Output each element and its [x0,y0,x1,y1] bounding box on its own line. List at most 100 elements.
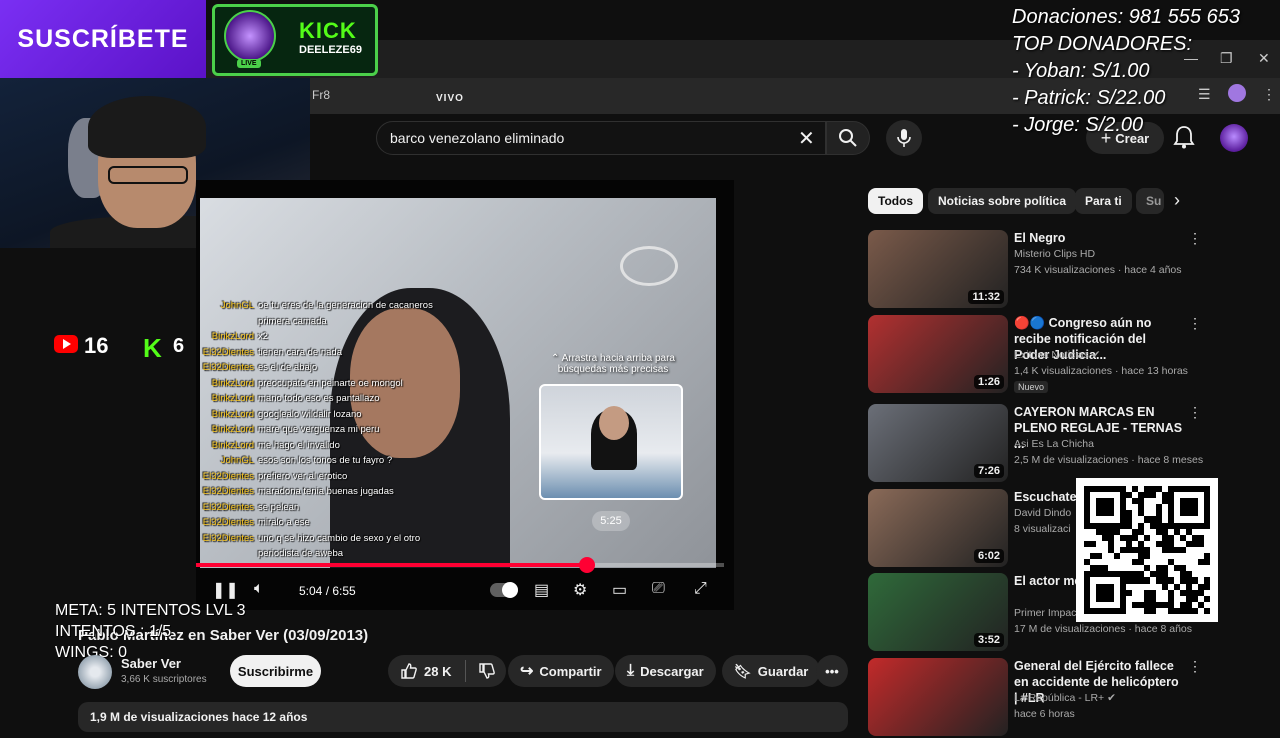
recommendation-thumbnail[interactable] [868,658,1008,736]
miniplayer-icon[interactable]: ▭ [612,580,627,600]
share-button[interactable]: ↪ Compartir [508,655,614,687]
chat-message: BinkzLord googlealo wildalir lozano [198,409,498,425]
new-badge: Nuevo [1014,381,1049,393]
like-button[interactable]: 28 K [388,655,506,687]
kick-title: KICK [299,18,357,43]
volume-icon[interactable]: 🔈︎ [254,580,264,598]
more-vertical-icon[interactable]: ⋮ [1188,315,1202,332]
recommendation-channel[interactable]: Exitosa Noticias ✔ [1014,349,1100,361]
chat-username: BinkzLord [211,439,254,451]
recommendation-channel[interactable]: Primer Impact [1014,607,1079,619]
chat-text: es el de abajo [258,362,318,373]
donations-line: - Patrick: S/22.00 [1012,87,1166,109]
close-window-icon[interactable]: ✕ [1258,50,1270,67]
description-box[interactable]: 1,9 M de visualizaciones hace 12 años [78,702,848,732]
chat-username: BinkzLord [211,377,254,389]
chat-message: BinkzLord x2 [198,331,498,347]
channel-name[interactable]: Saber Ver [121,656,181,671]
recommendation-item[interactable]: 11:32 El Negro Misterio Clips HD 734 K visu… [868,230,1208,310]
live-watermark: VIVO [436,93,464,104]
recommendation-channel[interactable]: La República - LR+ ✔ [1014,692,1116,704]
chat-username: El32Dientes [202,501,254,513]
donations-overlay: Donaciones: 981 555 653 TOP DONADORES: -… [1012,4,1240,139]
recommendation-meta: 734 K visualizaciones · hace 4 años [1014,264,1182,276]
chat-message: JohnGL oe tu eres de la generacion de cac… [198,300,498,316]
chat-message: El32Dientes uno q se hizo cambio de sexo … [198,533,498,549]
channel-avatar[interactable] [78,655,112,689]
thumbs-down-icon[interactable] [478,662,496,680]
kick-viewer-count: 6 [173,335,185,357]
recommendation-thumbnail[interactable]: 3:52 [868,573,1008,651]
progress-scrubber[interactable] [578,557,595,573]
clear-search-icon[interactable]: ✕ [798,126,815,151]
webcam-hair [88,96,206,158]
chat-username: BinkzLord [211,424,254,435]
duration-badge: 7:26 [973,464,1004,478]
recommendation-thumbnail[interactable]: 1:26 [868,315,1008,393]
cast-icon[interactable]: ⎚ [652,580,665,598]
chat-message: El32Dientes miralo a ese [198,517,498,533]
recommendation-title[interactable]: El Negro [1014,230,1184,246]
more-vertical-icon[interactable]: ⋮ [1188,230,1202,247]
autoplay-toggle[interactable] [490,582,518,598]
meta-line: INTENTOS : 1/5 [55,623,172,640]
live-badge: LIVE [237,59,261,68]
subscribe-button[interactable]: Suscribirme [230,655,321,687]
settings-gear-icon[interactable]: ⚙︎ [573,580,587,600]
recommendation-item[interactable]: 7:26 CAYERON MARCAS EN PLENO REGLAJE - TE… [868,404,1208,484]
chat-text: me hago el invalido [258,439,340,451]
thumbs-up-icon [401,663,417,679]
chip-para-ti[interactable]: Para ti [1075,188,1132,214]
kick-icon: K [143,333,162,363]
recommendation-channel[interactable]: Asi Es La Chicha [1014,438,1094,450]
chat-username: El32Dientes [202,532,254,544]
donations-line: Donaciones: 981 555 653 [1012,6,1240,28]
chevron-right-icon[interactable]: › [1174,190,1180,211]
more-actions-button[interactable]: ••• [816,655,848,687]
kick-avatar [224,10,276,62]
subscribe-banner-label: SUSCRÍBETE [17,24,189,53]
pause-icon[interactable]: ❚❚ [212,580,239,600]
chip-politica[interactable]: Noticias sobre política [928,188,1077,214]
recommendation-item[interactable]: 1:26 🔴🔵 Congreso aún no recibe notificaci… [868,315,1208,395]
download-button[interactable]: ⤓ Descargar [615,655,716,687]
share-label: Compartir [539,663,602,679]
recommendation-meta: 8 visualizaci [1014,523,1071,535]
chat-message: BinkzLord mano todo eso es pantallazo [198,393,498,409]
recommendation-meta: 2,5 M de visualizaciones · hace 8 meses [1014,454,1204,466]
chat-text: oe tu eres de la generacion de cacaneros [258,300,433,311]
donations-line: TOP DONADORES: [1012,33,1193,55]
chat-message: El32Dientes maradona tenia buenas jugadas [198,486,498,502]
channel-subscribers: 3,66 K suscriptores [121,674,207,685]
voice-search-button[interactable] [886,120,922,156]
search-button[interactable] [826,121,870,155]
fullscreen-icon[interactable]: ⤢ [694,580,707,598]
recommendation-meta: 17 M de visualizaciones · hace 8 años [1014,623,1193,635]
recommendation-thumbnail[interactable]: 6:02 [868,489,1008,567]
more-vertical-icon[interactable]: ⋮ [1188,658,1202,675]
recommendation-meta: hace 6 horas [1014,708,1075,720]
recommendation-channel[interactable]: David Dindo [1014,507,1071,519]
chip-todos[interactable]: Todos [868,188,924,214]
views-and-date: 1,9 M de visualizaciones hace 12 años [90,710,308,724]
chat-username: El32Dientes [202,346,254,358]
subtitles-icon[interactable]: ▤ [534,580,549,600]
meta-overlay: META: 5 INTENTOS LVL 3 INTENTOS : 1/5 WI… [55,600,246,663]
recommendation-thumbnail[interactable]: 7:26 [868,404,1008,482]
chat-message: JohnGL esos son los tonos de tu fayro ? [198,455,498,471]
recommendation-thumbnail[interactable]: 11:32 [868,230,1008,308]
chat-text: primera camada [258,315,327,327]
donations-line: - Yoban: S/1.00 [1012,60,1150,82]
chat-message: El32Dientes es el de abajo [198,362,498,378]
chat-message: El32Dientes se pelean [198,502,498,518]
recommendation-channel[interactable]: Misterio Clips HD [1014,248,1095,260]
recommendation-item[interactable]: General del Ejército fallece en accident… [868,658,1208,738]
more-vertical-icon[interactable]: ⋮ [1188,404,1202,421]
chat-message: periodista de aweba [198,548,498,564]
more-horizontal-icon: ••• [825,663,839,679]
browser-menu-icon[interactable]: ⋮ [1262,86,1276,103]
chip-su[interactable]: Su [1136,188,1164,214]
like-divider [465,660,467,682]
save-button[interactable]: 🔖︎ Guardar [722,655,821,687]
chat-username: JohnGL [220,300,254,311]
